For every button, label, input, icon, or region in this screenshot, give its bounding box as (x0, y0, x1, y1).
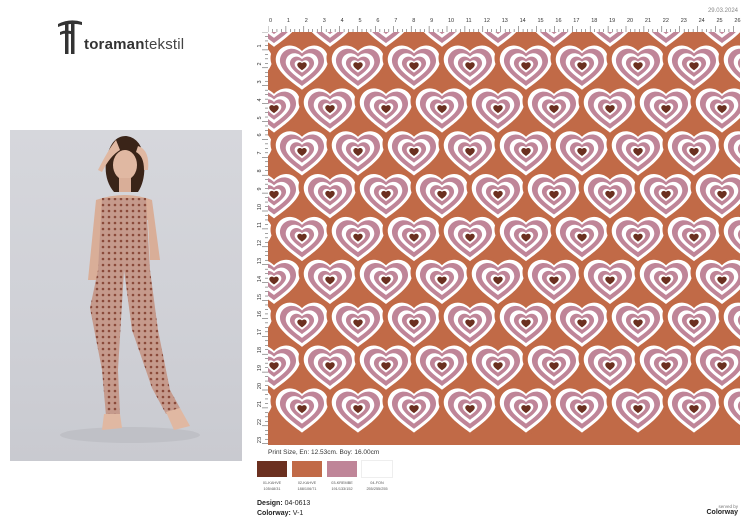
ruler-tick-label: 12 (483, 18, 490, 24)
ruler-tick-label: 6 (257, 133, 263, 137)
ruler-tick-label: 13 (257, 257, 263, 264)
logo-mark-icon (58, 20, 82, 54)
ruler-tick-label: 20 (257, 382, 263, 390)
ruler-tick-label: 2 (257, 62, 263, 66)
ruler-tick-label: 14 (519, 18, 526, 24)
ruler-tick-label: 5 (358, 18, 362, 24)
ruler-tick-label: 15 (537, 18, 544, 24)
ruler-tick-label: 21 (257, 400, 263, 407)
colorway-value: V-1 (292, 510, 304, 517)
ruler-tick-label: 5 (257, 115, 263, 120)
ruler-tick-label: 16 (257, 311, 263, 318)
colorway-swatch: 02-KAHVE 188/106/71 (292, 461, 322, 491)
swatch-name: 02-KAHVE (297, 481, 317, 485)
brand-name: toramantekstil (84, 36, 184, 53)
ruler-tick-label: 25 (716, 18, 723, 24)
ruler-tick-label: 4 (340, 18, 344, 24)
colorway-line: Colorway: V-1 (257, 509, 310, 519)
ruler-tick-label: 2 (304, 18, 308, 24)
ruler-tick-label: 11 (257, 222, 263, 228)
swatch-rgb: 191/133/152 (331, 487, 353, 491)
ruler-tick-label: 7 (257, 151, 263, 155)
colorway-swatches: 01-KAHVE 105/48/31 02-KAHVE 188/106/71 0… (257, 460, 393, 491)
ruler-tick-label: 23 (680, 18, 687, 24)
ruler-tick-label: 18 (257, 347, 263, 354)
ruler-tick-label: 15 (257, 293, 263, 300)
ruler-tick-label: 19 (609, 18, 616, 24)
brand-name-bold: toraman (84, 36, 145, 53)
ruler-tick-label: 21 (644, 18, 652, 24)
ruler-tick-label: 7 (394, 18, 398, 24)
design-value: 04-0613 (284, 500, 311, 507)
ruler-tick-label: 8 (257, 169, 263, 173)
ruler-tick-label: 20 (627, 18, 634, 24)
design-label: Design: (257, 500, 283, 507)
swatch-name: 04-FON (370, 481, 384, 485)
date-stamp: 29.03.2024 (707, 8, 738, 14)
brand-name-light: tekstil (144, 36, 185, 53)
ruler-top: 0 1 2 3 4 5 6 7 8 9 10 11 12 13 14 15 16 17 18 19 20 21 22 23 24… (268, 18, 741, 32)
ruler-tick-label: 6 (376, 18, 380, 24)
swatch-color (327, 461, 357, 477)
ruler-tick-label: 10 (448, 18, 455, 24)
swatch-rgb: 255/255/255 (366, 487, 388, 491)
ruler-left: 1 2 3 4 5 6 7 8 9 10 11 12 13 14 15 16 17 18 19 20 21 22 23 (254, 32, 268, 445)
ruler-tick-label: 9 (257, 187, 263, 191)
swatch-color (361, 460, 393, 478)
ruler-tick-label: 4 (257, 98, 263, 102)
design-meta: Design: 04-0613 Colorway: V-1 (257, 499, 310, 519)
colorway-swatch: 03-KREMBE 191/133/152 (327, 461, 357, 491)
ruler-tick-label: 22 (662, 18, 669, 24)
swatch-name: 03-KREMBE (331, 481, 353, 485)
brand-logo: toramantekstil (56, 16, 236, 56)
pattern-preview (268, 32, 740, 445)
swatch-color (257, 461, 287, 477)
ruler-tick-label: 8 (412, 18, 416, 24)
ruler-tick-label: 16 (555, 18, 562, 24)
served-by-brand: Colorway (706, 509, 738, 516)
colorway-swatch: 04-FON 255/255/255 (361, 460, 393, 491)
ruler-tick-label: 1 (257, 44, 263, 48)
ruler-tick-label: 22 (257, 418, 263, 425)
ruler-tick-label: 13 (501, 18, 508, 24)
swatch-rgb: 188/106/71 (297, 487, 317, 491)
ruler-tick-label: 23 (257, 436, 263, 443)
ruler-tick-label: 19 (257, 365, 263, 372)
ruler-tick-label: 0 (269, 18, 273, 24)
design-line: Design: 04-0613 (257, 499, 310, 509)
ruler-tick-label: 9 (430, 18, 434, 24)
swatch-name: 01-KAHVE (262, 481, 282, 485)
served-by: served by Colorway (706, 504, 738, 516)
ruler-tick-label: 3 (322, 18, 326, 24)
ruler-tick-label: 17 (573, 18, 580, 24)
ruler-tick-label: 14 (257, 275, 263, 282)
colorway-label: Colorway: (257, 510, 291, 517)
ruler-tick-label: 3 (257, 80, 263, 84)
colorway-swatch: 01-KAHVE 105/48/31 (257, 461, 287, 491)
ruler-tick-label: 18 (591, 18, 598, 24)
ruler-tick-label: 24 (698, 18, 705, 24)
ruler-tick-label: 1 (286, 18, 290, 24)
model-photo (10, 130, 242, 461)
print-size: Print Size, En: 12.53cm. Boy: 16.00cm (268, 449, 380, 456)
ruler-tick-label: 11 (465, 18, 472, 24)
ruler-tick-label: 26 (734, 18, 741, 24)
swatch-rgb: 105/48/31 (263, 487, 281, 491)
ruler-tick-label: 17 (257, 329, 263, 336)
swatch-color (292, 461, 322, 477)
ruler-tick-label: 12 (257, 239, 263, 246)
ruler-tick-label: 10 (257, 203, 263, 211)
